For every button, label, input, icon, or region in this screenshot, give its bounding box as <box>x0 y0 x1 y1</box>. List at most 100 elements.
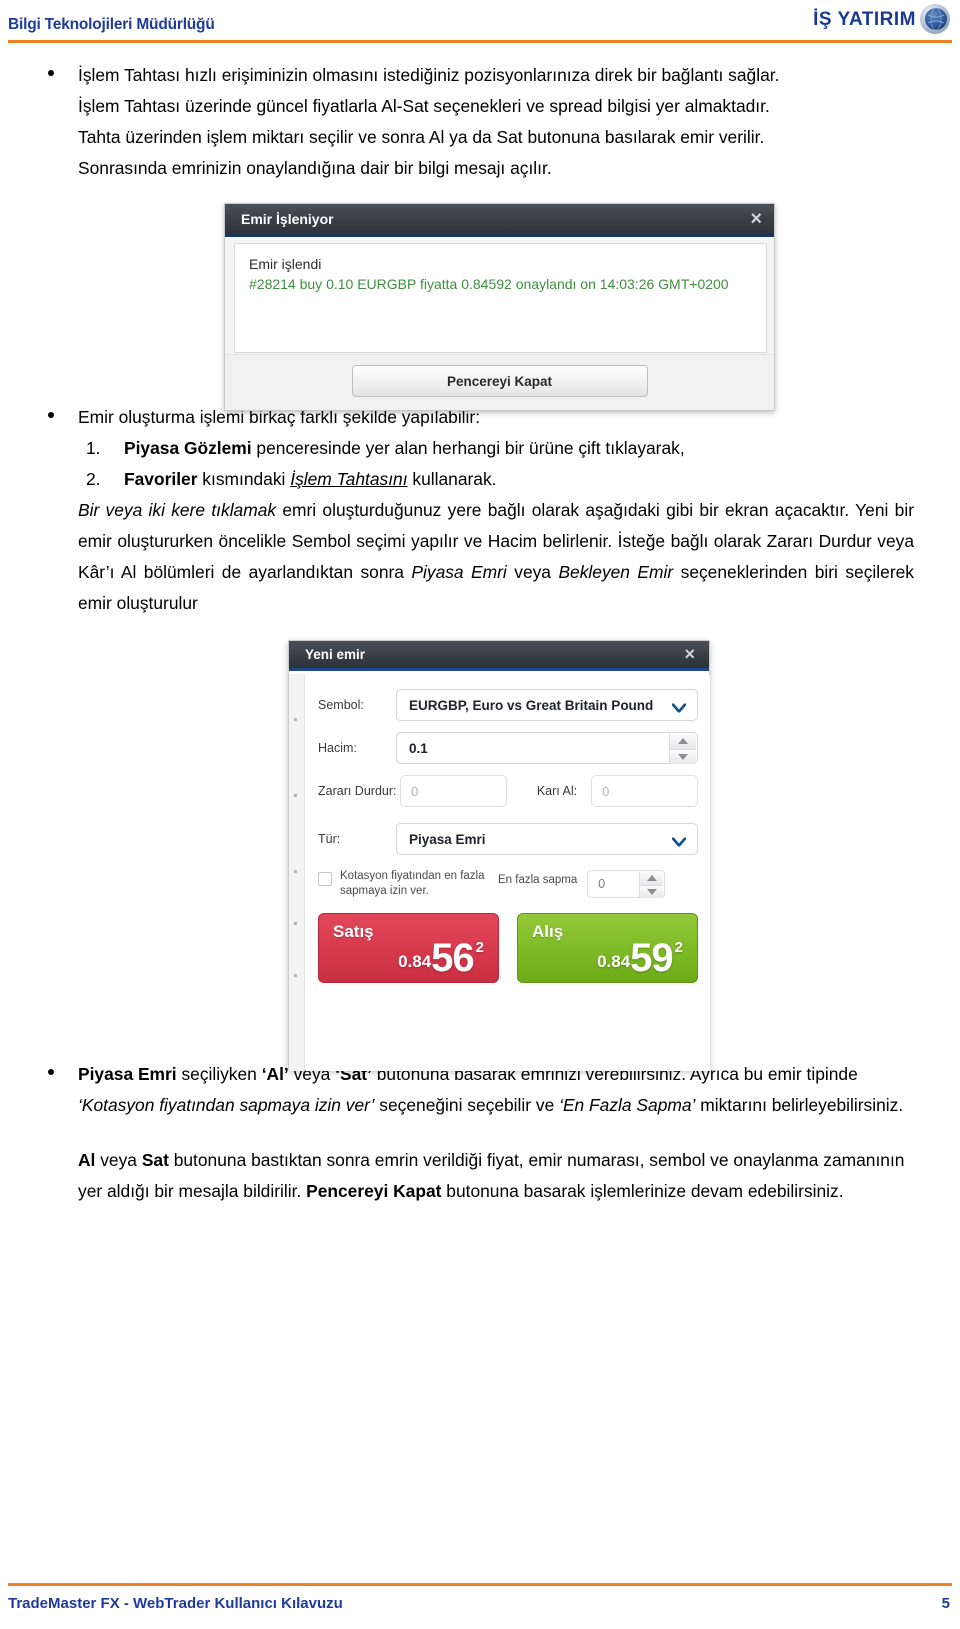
paragraph-emphasis-1: Bir veya iki kere tıklamak <box>78 500 277 520</box>
field-row-deviation: Kotasyon fiyatından en fazla sapmaya izi… <box>318 869 698 899</box>
stepper-down-button[interactable] <box>640 885 664 898</box>
stepper-up-button[interactable] <box>640 872 664 886</box>
list-number: 1. <box>86 438 101 458</box>
stepper-down-button[interactable] <box>670 749 696 764</box>
dialog-new-order-titlebar: Yeni emir × <box>289 641 709 671</box>
field-row-sl-tp: Zararı Durdur: 0 Karı Al: 0 <box>318 775 698 807</box>
max-deviation-value: 0 <box>598 877 606 891</box>
final-text-1: veya <box>95 1150 142 1170</box>
max-deviation-label: En fazla sapma <box>498 874 578 886</box>
buy-button-label: Alış <box>532 922 564 941</box>
dialog-order-processing-titlebar: Emir İşleniyor × <box>225 204 774 237</box>
paragraph-emphasis-2: Piyasa Emri <box>411 562 507 582</box>
field-row-volume: Hacim: 0.1 <box>318 732 698 764</box>
buy-price-main: 59 <box>630 936 673 980</box>
list-item-text-post: kullanarak. <box>407 469 497 489</box>
market-order-term: Piyasa Emri <box>78 1064 177 1084</box>
page-header: Bilgi Teknolojileri Müdürlüğü İŞ YATIRIM <box>0 0 960 46</box>
bullet-dot-icon <box>48 1069 54 1075</box>
dialog-order-processing-footer: Pencereyi Kapat <box>225 354 774 410</box>
buy-price-fraction: 2 <box>674 939 683 956</box>
buy-price-prefix: 0.84 <box>597 952 631 971</box>
paragraph-intro-line2: İşlem Tahtası üzerinde güncel fiyatlarla… <box>78 96 770 116</box>
sell-price-fraction: 2 <box>475 939 484 956</box>
deviation-checkbox[interactable] <box>318 872 332 886</box>
market-order-text-5: miktarını belirleyebilirsiniz. <box>695 1095 904 1115</box>
list-item: 1. Piyasa Gözlemi penceresinde yer alan h… <box>78 433 920 464</box>
dialog-order-processing-body: Emir işlendi #28214 buy 0.10 EURGBP fiya… <box>234 243 767 353</box>
footer-document-title: TradeMaster FX - WebTrader Kullanıcı Kıl… <box>8 1595 343 1612</box>
stoploss-input[interactable]: 0 <box>400 775 507 807</box>
stoploss-label: Zararı Durdur: <box>318 784 397 798</box>
symbol-value: EURGBP, Euro vs Great Britain Pound <box>409 697 654 713</box>
trade-buttons-row: Satış 0.84 56 2 Alış 0.84 59 2 <box>318 913 698 983</box>
chevron-down-icon <box>671 835 687 847</box>
dialog-new-order-body: Sembol: EURGBP, Euro vs Great Britain Po… <box>306 675 710 1071</box>
sell-button[interactable]: Satış 0.84 56 2 <box>318 913 499 983</box>
order-type-select[interactable]: Piyasa Emri <box>396 823 698 855</box>
symbol-label: Sembol: <box>318 698 364 712</box>
deviation-checkbox-label: Kotasyon fiyatından en fazla sapmaya izi… <box>340 870 485 897</box>
bullet-dot-icon <box>48 70 54 76</box>
footer-divider <box>8 1583 952 1586</box>
page-footer: TradeMaster FX - WebTrader Kullanıcı Kıl… <box>0 1577 960 1629</box>
field-row-type: Tür: Piyasa Emri <box>318 823 698 855</box>
page-number: 5 <box>941 1595 950 1612</box>
volume-label: Hacim: <box>318 741 357 755</box>
list-number: 2. <box>86 469 101 489</box>
order-type-value: Piyasa Emri <box>409 831 486 847</box>
takeprofit-value: 0 <box>602 783 610 799</box>
logo-text: İŞ YATIRIM <box>813 8 916 30</box>
market-order-text-4: seçeneğini seçebilir ve <box>374 1095 560 1115</box>
arrow-down-icon <box>646 888 657 895</box>
list-item-text: penceresinde yer alan herhangi bir ürüne… <box>251 438 685 458</box>
paragraph-intro-line4: Sonrasında emrinizin onaylandığına dair … <box>78 158 552 178</box>
deviation-option-term: ‘Kotasyon fiyatından sapmaya izin ver’ <box>78 1095 375 1115</box>
buy-bold-term: Al <box>78 1150 96 1170</box>
close-icon[interactable]: × <box>750 208 762 230</box>
volume-value: 0.1 <box>409 740 428 756</box>
deviation-stepper[interactable] <box>639 872 664 898</box>
takeprofit-label: Karı Al: <box>536 784 578 798</box>
header-divider <box>8 40 952 43</box>
close-icon[interactable]: × <box>684 644 695 665</box>
stepper-up-button[interactable] <box>670 734 696 750</box>
arrow-down-icon <box>678 753 688 760</box>
list-item-text-pre: kısmındaki <box>197 469 291 489</box>
paragraph-confirmation-block: Al veya Sat butonuna bastıktan sonra emr… <box>0 1145 960 1207</box>
max-deviation-term: ‘En Fazla Sapma’ <box>559 1095 696 1115</box>
bullet-item-order-methods: Emir oluşturma işlemi birkaç farklı şeki… <box>0 402 960 619</box>
close-window-term: Pencereyi Kapat <box>306 1181 442 1201</box>
final-text-3: butonuna basarak işlemlerinize devam ede… <box>441 1181 844 1201</box>
paragraph-emphasis-3: Bekleyen Emir <box>558 562 674 582</box>
max-deviation-input[interactable]: 0 <box>587 870 666 898</box>
dialog-left-strip <box>289 674 305 1071</box>
paragraph-after-list: Bir veya iki kere tıklamak emri oluşturd… <box>78 495 920 619</box>
paragraph-text-2: veya <box>506 562 559 582</box>
arrow-up-icon <box>646 875 657 882</box>
sell-button-label: Satış <box>333 922 374 941</box>
sell-bold-term: Sat <box>141 1150 169 1170</box>
globe-icon <box>918 2 952 36</box>
symbol-select[interactable]: EURGBP, Euro vs Great Britain Pound <box>396 689 698 721</box>
volume-stepper[interactable] <box>669 734 696 764</box>
sell-price: 0.84 56 2 <box>398 938 484 978</box>
buy-button[interactable]: Alış 0.84 59 2 <box>517 913 698 983</box>
bullet-item-intro: İşlem Tahtası hızlı erişiminizin olmasın… <box>0 60 960 184</box>
buy-price: 0.84 59 2 <box>597 938 683 978</box>
sell-price-main: 56 <box>431 936 474 980</box>
order-confirmation-text: #28214 buy 0.10 EURGBP fiyatta 0.84592 o… <box>249 276 729 292</box>
dialog-order-processing: Emir İşleniyor × Emir işlendi #28214 buy… <box>224 203 775 411</box>
company-logo: İŞ YATIRIM <box>813 2 952 36</box>
takeprofit-input[interactable]: 0 <box>591 775 698 807</box>
volume-input[interactable]: 0.1 <box>396 732 698 764</box>
type-label: Tür: <box>318 832 341 846</box>
paragraph-intro-line1: İşlem Tahtası hızlı erişiminizin olmasın… <box>78 65 780 85</box>
paragraph-confirmation: Al veya Sat butonuna bastıktan sonra emr… <box>78 1145 920 1207</box>
list-item-emphasis: İşlem Tahtasını <box>290 469 408 489</box>
close-window-button[interactable]: Pencereyi Kapat <box>351 365 648 397</box>
bullet-dot-icon <box>48 412 54 418</box>
market-order-text-1: seçiliyken <box>176 1064 262 1084</box>
field-row-symbol: Sembol: EURGBP, Euro vs Great Britain Po… <box>318 689 698 721</box>
ordered-list-order-methods: 1. Piyasa Gözlemi penceresinde yer alan h… <box>78 433 920 495</box>
